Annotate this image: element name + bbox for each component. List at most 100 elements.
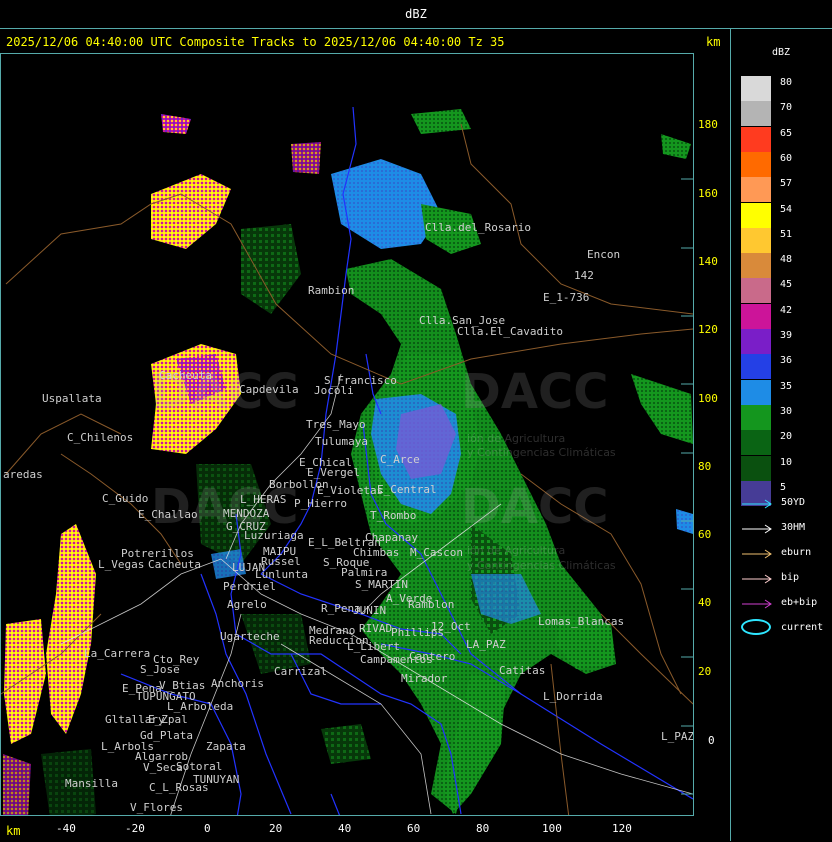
place-label: Cacheuta bbox=[159, 369, 212, 382]
place-label: Capdevila bbox=[239, 383, 299, 396]
place-label: Mirador bbox=[401, 672, 448, 685]
legend-level-label: 20 bbox=[780, 431, 793, 443]
track-legend-label: 30HM bbox=[781, 522, 806, 533]
place-label: Clla.El_Cavadito bbox=[457, 325, 563, 338]
track-legend-label: eburn bbox=[781, 547, 812, 558]
legend-swatch bbox=[741, 227, 771, 253]
place-label: E_1-736 bbox=[543, 291, 590, 304]
place-label: Uspallata bbox=[42, 392, 102, 405]
place-label: S_MARTIN bbox=[355, 578, 408, 591]
place-label: L_HERAS bbox=[240, 493, 287, 506]
y-axis-unit: km bbox=[706, 35, 721, 49]
place-label: C_Arce bbox=[380, 453, 420, 466]
legend-swatch bbox=[741, 151, 771, 177]
place-label: Phillips bbox=[391, 626, 444, 639]
place-label: Tulumaya bbox=[315, 435, 368, 448]
y-tick-label: 160 bbox=[698, 187, 718, 200]
y-tick-label: 20 bbox=[698, 665, 712, 678]
place-label: E_Violetas bbox=[317, 484, 384, 497]
legend-swatch bbox=[741, 202, 771, 228]
y-tick-label: 180 bbox=[698, 118, 718, 131]
place-label: Encon bbox=[587, 248, 621, 261]
place-label: Catitas bbox=[499, 664, 546, 677]
legend-level-label: 5 bbox=[780, 481, 787, 493]
legend-swatch bbox=[741, 253, 771, 279]
x-tick-label: 120 bbox=[612, 822, 632, 835]
place-label: L_Dorrida bbox=[543, 690, 603, 703]
place-label: Ramblon bbox=[408, 598, 455, 611]
legend-level-label: 42 bbox=[780, 304, 793, 316]
x-tick-label: 40 bbox=[338, 822, 352, 835]
axis-ticks bbox=[681, 178, 693, 795]
legend-level-label: 36 bbox=[780, 355, 793, 367]
place-label: C_Guido bbox=[102, 492, 149, 505]
place-label: JUNIN bbox=[353, 604, 387, 617]
track-arrow-icon bbox=[742, 524, 772, 534]
place-label: Carrizal bbox=[274, 665, 327, 678]
track-arrow-icon bbox=[742, 574, 772, 584]
track-legend-label: bip bbox=[781, 572, 800, 583]
place-label: Russel bbox=[261, 555, 301, 568]
y-tick-label: 40 bbox=[698, 596, 712, 609]
legend-title: dBZ bbox=[772, 47, 791, 58]
place-label: Mansilla bbox=[65, 777, 118, 790]
legend-swatch bbox=[741, 455, 771, 481]
watermark-logo: DACC bbox=[461, 364, 609, 420]
place-label: P_Hierro bbox=[294, 497, 347, 510]
window-title: dBZ bbox=[405, 7, 427, 21]
track-arrow-icon bbox=[742, 599, 772, 609]
legend-swatch bbox=[741, 329, 771, 354]
place-label: Agrelo bbox=[227, 598, 267, 611]
current-position-icon bbox=[741, 619, 771, 635]
watermark-subtitle: ión de Agricultura bbox=[467, 544, 566, 557]
place-label: Lomas_Blancas bbox=[538, 615, 625, 628]
track-legend-label: 50YD bbox=[781, 497, 806, 508]
place-label: L_Libert bbox=[347, 640, 400, 653]
x-tick-label: 0 bbox=[204, 822, 211, 835]
place-label: La_Carrera bbox=[84, 647, 151, 660]
legend-level-label: 10 bbox=[780, 456, 793, 468]
place-label: L_Arboleda bbox=[167, 700, 234, 713]
y-tick-label: 80 bbox=[698, 460, 712, 473]
place-label: Sotoral bbox=[176, 760, 223, 773]
track-legend-label: current bbox=[781, 622, 824, 633]
legend-level-label: 80 bbox=[780, 77, 793, 88]
track-arrow-icon bbox=[742, 549, 772, 559]
place-label: 142 bbox=[574, 269, 594, 282]
place-label: Tres_Mayo bbox=[306, 418, 366, 431]
legend-level-label: 54 bbox=[780, 203, 793, 215]
y-tick-label: 100 bbox=[698, 392, 718, 405]
y-tick-label: 120 bbox=[698, 323, 718, 336]
place-label: C_L_Rosas bbox=[149, 781, 209, 794]
x-tick-label: 60 bbox=[407, 822, 421, 835]
legend-level-label: 35 bbox=[780, 380, 793, 392]
watermark-subtitle: y Contingencias Climáticas bbox=[467, 559, 616, 572]
place-label: V_Seca bbox=[143, 761, 183, 774]
place-label: E_Zpal bbox=[148, 713, 188, 726]
legend-swatch bbox=[741, 101, 771, 127]
place-label: MENDOZA bbox=[223, 507, 270, 520]
watermark-subtitle: ión de Agricultura bbox=[467, 432, 566, 445]
place-label: Zapata bbox=[206, 740, 246, 753]
legend-swatch bbox=[741, 404, 771, 430]
track-arrow-icon bbox=[742, 499, 772, 509]
place-label: L_Vegas bbox=[98, 558, 145, 571]
track-legend-label: eb+bip bbox=[781, 597, 818, 608]
legend-level-label: 45 bbox=[780, 279, 793, 291]
legend-swatch bbox=[741, 303, 771, 329]
window-title-bar: dBZ bbox=[0, 0, 832, 29]
legend-swatch bbox=[741, 177, 771, 203]
watermark-subtitle: y Contingencias Climáticas bbox=[467, 446, 616, 459]
radar-map[interactable]: DACC DACC DACC DACC ión de Agricultura y… bbox=[0, 53, 694, 816]
place-label: Ugarteche bbox=[220, 630, 280, 643]
legend-swatch bbox=[741, 76, 771, 101]
place-label: Anchoris bbox=[211, 677, 264, 690]
legend-level-label: 39 bbox=[780, 330, 793, 341]
place-label: aredas bbox=[3, 468, 43, 481]
legend-level-label: 57 bbox=[780, 178, 793, 190]
legend-level-label: 60 bbox=[780, 152, 793, 164]
place-label: Luzuriaga bbox=[244, 529, 304, 542]
place-label: Perdriel bbox=[223, 580, 276, 593]
legend-level-label: 51 bbox=[780, 228, 793, 240]
place-label: V_Flores bbox=[130, 801, 183, 814]
